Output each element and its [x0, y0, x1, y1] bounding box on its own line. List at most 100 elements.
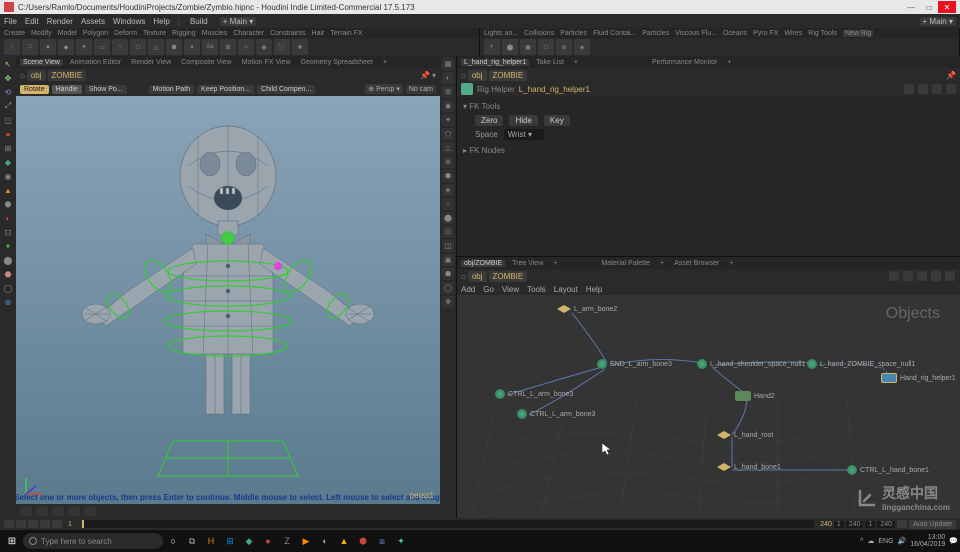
- network-tab[interactable]: +: [726, 260, 736, 267]
- tool-icon[interactable]: ◫: [2, 114, 14, 126]
- persp-dropdown[interactable]: ⊕ Persp ▾: [365, 84, 403, 94]
- shelf-tool-icon[interactable]: ⬡: [538, 39, 554, 55]
- tool-icon[interactable]: ◉: [2, 170, 14, 182]
- viewport-3d[interactable]: Select one or more objects, then press E…: [16, 96, 440, 504]
- space-dropdown[interactable]: Wrist ▾: [504, 129, 544, 140]
- network-toolbar-icon[interactable]: [945, 271, 955, 281]
- node-null[interactable]: CTRL_L_arm_bone3: [495, 389, 573, 399]
- shelf-tab[interactable]: Rig Tools: [808, 30, 837, 37]
- shelf-tab[interactable]: Pyro FX: [753, 30, 778, 37]
- node-subnet[interactable]: Hand2: [735, 391, 775, 401]
- shelf-tool-icon[interactable]: ⬛: [274, 39, 290, 55]
- net-menu-go[interactable]: Go: [483, 285, 494, 294]
- tool-icon[interactable]: ▲: [2, 184, 14, 196]
- child-comp-button[interactable]: Child Compen...: [257, 85, 315, 94]
- display-icon[interactable]: ⬡: [442, 128, 454, 140]
- path-obj[interactable]: obj: [468, 70, 487, 81]
- shelf-tab[interactable]: Texture: [143, 30, 166, 37]
- net-menu-add[interactable]: Add: [461, 285, 475, 294]
- pin-icon[interactable]: 📌: [420, 71, 430, 80]
- shelf-tool-icon[interactable]: Aa: [202, 39, 218, 55]
- display-icon[interactable]: ⬣: [442, 268, 454, 280]
- shelf-tab[interactable]: Collisions: [524, 30, 554, 37]
- shelf-tool-icon[interactable]: ◐: [484, 39, 500, 55]
- display-icon[interactable]: △: [442, 142, 454, 154]
- shelf-tool-icon[interactable]: ▲: [40, 39, 56, 55]
- net-menu-view[interactable]: View: [502, 285, 519, 294]
- maximize-button[interactable]: ▭: [920, 1, 938, 13]
- taskbar-app-icon[interactable]: ⊞: [221, 532, 239, 550]
- shelf-tab[interactable]: Particles: [560, 30, 587, 37]
- path-node[interactable]: ZOMBIE: [48, 70, 87, 81]
- node-null[interactable]: CTRL_L_arm_bone3: [517, 409, 595, 419]
- params-tab[interactable]: +: [571, 59, 581, 66]
- scale-tool-icon[interactable]: ⤢: [2, 100, 14, 112]
- node-null[interactable]: END_L_arm_bone3: [597, 359, 672, 369]
- tool-icon[interactable]: ⬢: [2, 198, 14, 210]
- tool-icon[interactable]: ◯: [2, 282, 14, 294]
- network-toolbar-icon[interactable]: [889, 271, 899, 281]
- path-node[interactable]: ZOMBIE: [489, 271, 528, 282]
- display-icon[interactable]: ☼: [442, 198, 454, 210]
- shelf-tool-icon[interactable]: ◈: [574, 39, 590, 55]
- shelf-tool-icon[interactable]: ▭: [94, 39, 110, 55]
- node-bone[interactable]: L_hand_root: [717, 431, 773, 439]
- shelf-tab[interactable]: Muscles: [202, 30, 228, 37]
- shelf-tab[interactable]: Wires: [784, 30, 802, 37]
- display-icon[interactable]: ▦: [442, 58, 454, 70]
- node-null[interactable]: L_hand_ZOMBIE_space_null1: [807, 359, 915, 369]
- shelf-tool-icon[interactable]: ~: [112, 39, 128, 55]
- network-tab[interactable]: Material Palette: [598, 260, 653, 267]
- shelf-tab[interactable]: Polygon: [83, 30, 108, 37]
- pane-menu-icon[interactable]: ▾: [432, 71, 436, 80]
- key-button[interactable]: Key: [544, 115, 570, 126]
- menu-assets[interactable]: Assets: [81, 17, 105, 26]
- motion-path-button[interactable]: Motion Path: [149, 85, 194, 94]
- shelf-tab[interactable]: Model: [58, 30, 77, 37]
- shelf-tab[interactable]: Modify: [31, 30, 52, 37]
- pane-tab-scene-view[interactable]: Scene View: [20, 59, 63, 66]
- params-tab[interactable]: Performance Monitor: [649, 59, 720, 66]
- desktop-selector[interactable]: Build: [190, 17, 208, 26]
- shelf-tab[interactable]: Rigging: [172, 30, 196, 37]
- current-frame[interactable]: 1: [68, 521, 72, 528]
- shelf-tool-icon[interactable]: ✦: [184, 39, 200, 55]
- display-icon[interactable]: ⬤: [442, 212, 454, 224]
- network-toolbar-icon[interactable]: [917, 271, 927, 281]
- rotate-tool-icon[interactable]: ⟲: [2, 86, 14, 98]
- shelf-tab[interactable]: Particles: [642, 30, 669, 37]
- shelf-tab[interactable]: Viscous Flu...: [675, 30, 717, 37]
- menu-help[interactable]: Help: [153, 17, 169, 26]
- shelf-tool-icon[interactable]: ⬤: [502, 39, 518, 55]
- display-option-icon[interactable]: [36, 506, 48, 516]
- playback-prev-icon[interactable]: [16, 520, 26, 528]
- tool-icon[interactable]: ●: [2, 128, 14, 140]
- keep-position-button[interactable]: Keep Position...: [197, 85, 254, 94]
- display-icon[interactable]: ⊕: [442, 156, 454, 168]
- display-icon[interactable]: ◯: [442, 282, 454, 294]
- hide-button[interactable]: Hide: [509, 115, 537, 126]
- tool-icon[interactable]: ✦: [2, 240, 14, 252]
- shelf-tool-icon[interactable]: ▣: [520, 39, 536, 55]
- minimize-button[interactable]: —: [902, 1, 920, 13]
- display-icon[interactable]: ◈: [442, 184, 454, 196]
- tray-icon[interactable]: 🔊: [898, 537, 907, 545]
- shelf-tool-icon[interactable]: ☼: [238, 39, 254, 55]
- range-end[interactable]: 240: [846, 521, 864, 528]
- tray-date[interactable]: 16/04/2019: [910, 541, 945, 548]
- global-start[interactable]: 1: [865, 521, 875, 528]
- taskbar-search[interactable]: Type here to search: [23, 533, 163, 549]
- shelf-tab[interactable]: Create: [4, 30, 25, 37]
- taskbar-app-icon[interactable]: ◐: [316, 532, 334, 550]
- handle-button[interactable]: Handle: [52, 85, 82, 94]
- pin-icon[interactable]: 📌: [946, 71, 956, 80]
- display-option-icon[interactable]: [20, 506, 32, 516]
- display-icon[interactable]: ✦: [442, 114, 454, 126]
- cortana-icon[interactable]: ○: [164, 532, 182, 550]
- gear-icon[interactable]: [904, 84, 914, 94]
- network-canvas[interactable]: Objects L_arm_bone2: [457, 295, 960, 518]
- flag-icon[interactable]: [946, 84, 956, 94]
- rotate-handle-button[interactable]: Rotate: [20, 85, 49, 94]
- display-icon[interactable]: ⊡: [442, 226, 454, 238]
- path-obj[interactable]: obj: [27, 70, 46, 81]
